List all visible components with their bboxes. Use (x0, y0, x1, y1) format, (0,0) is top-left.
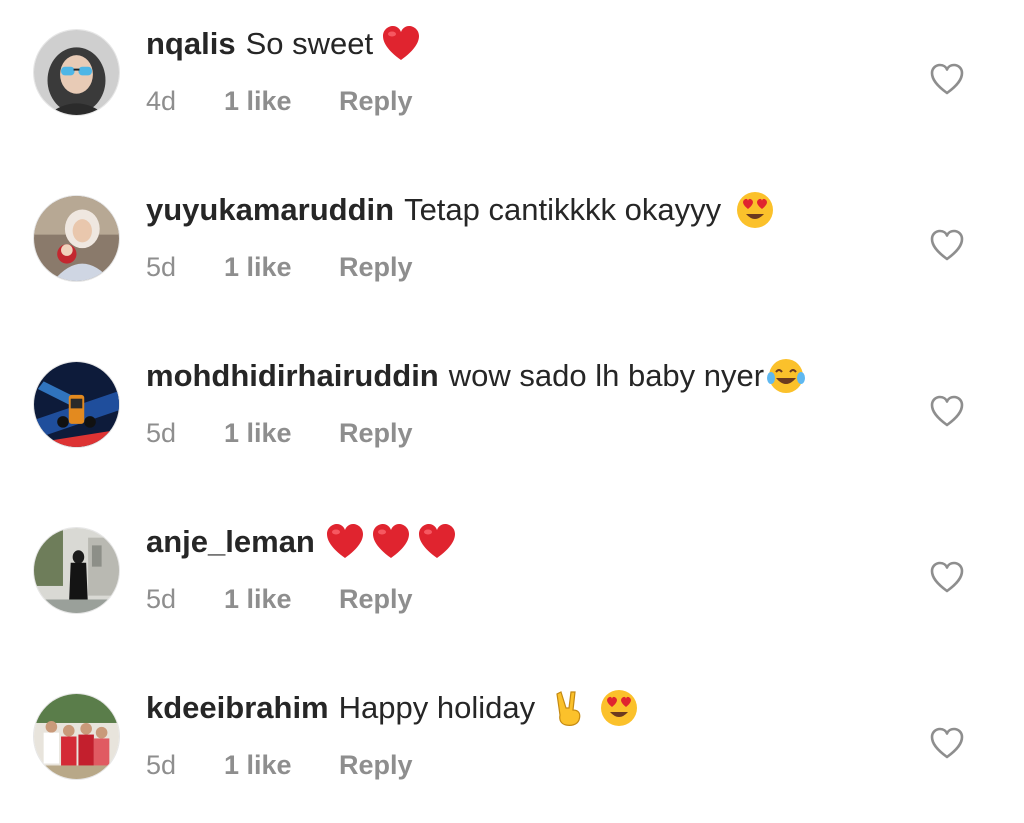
avatar[interactable] (33, 29, 120, 116)
heart-outline-icon[interactable] (929, 725, 965, 761)
red-heart-emoji (381, 24, 421, 64)
username[interactable]: anje_leman (146, 522, 315, 562)
heart-outline-icon[interactable] (929, 393, 965, 429)
comment-body: Tetap cantikkkk okayyy (404, 192, 722, 227)
comment-meta: 5d 1 like Reply (146, 416, 413, 450)
comment-body: So sweet (245, 26, 374, 61)
comment-text-line: kdeeibrahim Happy holiday (146, 688, 639, 728)
red-heart-emoji (371, 522, 411, 562)
username[interactable]: nqalis (146, 24, 236, 64)
username[interactable]: mohdhidirhairuddin (146, 356, 439, 396)
heart-eyes-emoji (599, 688, 639, 728)
username[interactable]: yuyukamaruddin (146, 190, 394, 230)
comment-meta: 5d 1 like Reply (146, 748, 413, 782)
comment-text-line: anje_leman (146, 522, 457, 562)
comment-item: kdeeibrahim Happy holiday 5d 1 like Repl… (0, 664, 1024, 823)
avatar[interactable] (33, 693, 120, 780)
comment-meta: 5d 1 like Reply (146, 250, 413, 284)
username[interactable]: kdeeibrahim (146, 688, 329, 728)
comment-item: nqalis So sweet 4d 1 like Reply (0, 0, 1024, 166)
tears-of-joy-emoji (766, 356, 806, 396)
comment-item: yuyukamaruddin Tetap cantikkkk okayyy 5d… (0, 166, 1024, 332)
comment-body: wow sado lh baby nyer (448, 358, 765, 393)
reply-button[interactable]: Reply (339, 250, 413, 284)
heart-outline-icon[interactable] (929, 227, 965, 263)
comment-text-line: mohdhidirhairuddin wow sado lh baby nyer (146, 356, 806, 396)
comment-item: anje_leman 5d 1 like Reply (0, 498, 1024, 664)
likes-count[interactable]: 1 like (224, 84, 339, 118)
heart-outline-icon[interactable] (929, 61, 965, 97)
timestamp: 5d (146, 584, 177, 614)
heart-outline-icon[interactable] (929, 559, 965, 595)
reply-button[interactable]: Reply (339, 748, 413, 782)
likes-count[interactable]: 1 like (224, 250, 339, 284)
red-heart-emoji (325, 522, 365, 562)
comments-list: nqalis So sweet 4d 1 like Reply yuyukama… (0, 0, 1024, 823)
likes-count[interactable]: 1 like (224, 748, 339, 782)
red-heart-emoji (417, 522, 457, 562)
timestamp: 5d (146, 252, 177, 282)
likes-count[interactable]: 1 like (224, 582, 339, 616)
timestamp: 5d (146, 750, 177, 780)
comment-text-line: yuyukamaruddin Tetap cantikkkk okayyy (146, 190, 775, 230)
comment-meta: 5d 1 like Reply (146, 582, 413, 616)
reply-button[interactable]: Reply (339, 416, 413, 450)
likes-count[interactable]: 1 like (224, 416, 339, 450)
heart-eyes-emoji (735, 190, 775, 230)
avatar[interactable] (33, 527, 120, 614)
comment-meta: 4d 1 like Reply (146, 84, 413, 118)
avatar[interactable] (33, 361, 120, 448)
avatar[interactable] (33, 195, 120, 282)
comment-text-line: nqalis So sweet (146, 24, 421, 64)
comment-item: mohdhidirhairuddin wow sado lh baby nyer… (0, 332, 1024, 498)
reply-button[interactable]: Reply (339, 582, 413, 616)
timestamp: 4d (146, 86, 177, 116)
reply-button[interactable]: Reply (339, 84, 413, 118)
comment-body: Happy holiday (338, 690, 536, 725)
timestamp: 5d (146, 418, 177, 448)
victory-hand-emoji (549, 688, 589, 728)
